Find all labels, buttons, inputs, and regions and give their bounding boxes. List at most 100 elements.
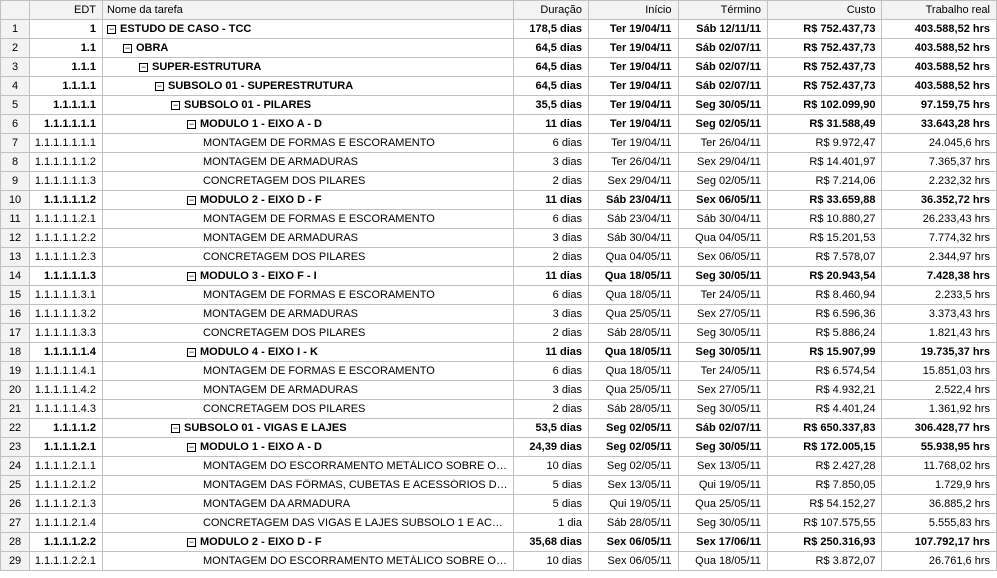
col-work-header[interactable]: Trabalho real	[882, 1, 997, 20]
collapse-icon[interactable]: −	[187, 196, 196, 205]
duration-cell[interactable]: 3 dias	[514, 229, 589, 248]
duration-cell[interactable]: 53,5 dias	[514, 419, 589, 438]
end-cell[interactable]: Sáb 02/07/11	[678, 419, 768, 438]
task-name-cell[interactable]: MONTAGEM DAS FÔRMAS, CUBETAS E ACESSÓRIO…	[102, 476, 513, 495]
edt-cell[interactable]: 1.1.1.1.1.2.1	[30, 210, 103, 229]
col-end-header[interactable]: Término	[678, 1, 768, 20]
task-name-cell[interactable]: −SUBSOLO 01 - PILARES	[102, 96, 513, 115]
edt-cell[interactable]: 1.1.1.1	[30, 77, 103, 96]
edt-cell[interactable]: 1.1.1.1.2.1.3	[30, 495, 103, 514]
work-cell[interactable]: 26.761,6 hrs	[882, 552, 997, 571]
end-cell[interactable]: Sáb 02/07/11	[678, 77, 768, 96]
cost-cell[interactable]: R$ 4.932,21	[768, 381, 882, 400]
edt-cell[interactable]: 1.1	[30, 39, 103, 58]
work-cell[interactable]: 3.373,43 hrs	[882, 305, 997, 324]
cost-cell[interactable]: R$ 20.943,54	[768, 267, 882, 286]
task-name-cell[interactable]: MONTAGEM DO ESCORRAMENTO METÁLICO SOBRE …	[102, 457, 513, 476]
cost-cell[interactable]: R$ 752.437,73	[768, 77, 882, 96]
work-cell[interactable]: 55.938,95 hrs	[882, 438, 997, 457]
duration-cell[interactable]: 11 dias	[514, 115, 589, 134]
start-cell[interactable]: Qua 18/05/11	[589, 343, 679, 362]
end-cell[interactable]: Seg 30/05/11	[678, 267, 768, 286]
task-row[interactable]: 61.1.1.1.1.1−MODULO 1 - EIXO A - D11 dia…	[1, 115, 997, 134]
task-name-cell[interactable]: −OBRA	[102, 39, 513, 58]
task-row[interactable]: 281.1.1.1.2.2−MODULO 2 - EIXO D - F35,68…	[1, 533, 997, 552]
row-number-cell[interactable]: 8	[1, 153, 30, 172]
end-cell[interactable]: Seg 30/05/11	[678, 438, 768, 457]
start-cell[interactable]: Sáb 28/05/11	[589, 400, 679, 419]
row-number-cell[interactable]: 19	[1, 362, 30, 381]
row-number-cell[interactable]: 6	[1, 115, 30, 134]
end-cell[interactable]: Sex 29/04/11	[678, 153, 768, 172]
row-number-cell[interactable]: 23	[1, 438, 30, 457]
cost-cell[interactable]: R$ 752.437,73	[768, 20, 882, 39]
task-row[interactable]: 211.1.1.1.1.4.3CONCRETAGEM DOS PILARES2 …	[1, 400, 997, 419]
task-row[interactable]: 111.1.1.1.1.2.1MONTAGEM DE FORMAS E ESCO…	[1, 210, 997, 229]
duration-cell[interactable]: 35,5 dias	[514, 96, 589, 115]
collapse-icon[interactable]: −	[171, 424, 180, 433]
col-edt-header[interactable]: EDT	[30, 1, 103, 20]
work-cell[interactable]: 2.344,97 hrs	[882, 248, 997, 267]
task-row[interactable]: 271.1.1.1.2.1.4CONCRETAGEM DAS VIGAS E L…	[1, 514, 997, 533]
duration-cell[interactable]: 2 dias	[514, 400, 589, 419]
cost-cell[interactable]: R$ 9.972,47	[768, 134, 882, 153]
work-cell[interactable]: 2.232,32 hrs	[882, 172, 997, 191]
work-cell[interactable]: 1.821,43 hrs	[882, 324, 997, 343]
row-number-cell[interactable]: 11	[1, 210, 30, 229]
task-name-cell[interactable]: CONCRETAGEM DOS PILARES	[102, 400, 513, 419]
task-name-cell[interactable]: −MODULO 4 - EIXO I - K	[102, 343, 513, 362]
duration-cell[interactable]: 11 dias	[514, 191, 589, 210]
row-number-cell[interactable]: 26	[1, 495, 30, 514]
task-row[interactable]: 141.1.1.1.1.3−MODULO 3 - EIXO F - I11 di…	[1, 267, 997, 286]
start-cell[interactable]: Ter 19/04/11	[589, 39, 679, 58]
task-row[interactable]: 151.1.1.1.1.3.1MONTAGEM DE FORMAS E ESCO…	[1, 286, 997, 305]
task-table[interactable]: EDT Nome da tarefa Duração Início Términ…	[0, 0, 997, 571]
start-cell[interactable]: Seg 02/05/11	[589, 438, 679, 457]
row-number-cell[interactable]: 20	[1, 381, 30, 400]
row-number-cell[interactable]: 13	[1, 248, 30, 267]
end-cell[interactable]: Ter 26/04/11	[678, 134, 768, 153]
edt-cell[interactable]: 1.1.1.1.2.2	[30, 533, 103, 552]
task-row[interactable]: 131.1.1.1.1.2.3CONCRETAGEM DOS PILARES2 …	[1, 248, 997, 267]
end-cell[interactable]: Sáb 30/04/11	[678, 210, 768, 229]
start-cell[interactable]: Ter 19/04/11	[589, 58, 679, 77]
duration-cell[interactable]: 5 dias	[514, 476, 589, 495]
work-cell[interactable]: 403.588,52 hrs	[882, 39, 997, 58]
row-number-cell[interactable]: 4	[1, 77, 30, 96]
start-cell[interactable]: Sáb 30/04/11	[589, 229, 679, 248]
task-name-cell[interactable]: −SUPER-ESTRUTURA	[102, 58, 513, 77]
edt-cell[interactable]: 1.1.1.1.1.1.3	[30, 172, 103, 191]
cost-cell[interactable]: R$ 33.659,88	[768, 191, 882, 210]
edt-cell[interactable]: 1.1.1.1.2.1.4	[30, 514, 103, 533]
task-row[interactable]: 81.1.1.1.1.1.2MONTAGEM DE ARMADURAS3 dia…	[1, 153, 997, 172]
task-row[interactable]: 221.1.1.1.2−SUBSOLO 01 - VIGAS E LAJES53…	[1, 419, 997, 438]
task-name-cell[interactable]: MONTAGEM DA ARMADURA	[102, 495, 513, 514]
edt-cell[interactable]: 1.1.1.1.1.4.1	[30, 362, 103, 381]
duration-cell[interactable]: 2 dias	[514, 248, 589, 267]
collapse-icon[interactable]: −	[187, 443, 196, 452]
task-name-cell[interactable]: −MODULO 1 - EIXO A - D	[102, 115, 513, 134]
cost-cell[interactable]: R$ 15.907,99	[768, 343, 882, 362]
row-number-cell[interactable]: 10	[1, 191, 30, 210]
duration-cell[interactable]: 35,68 dias	[514, 533, 589, 552]
start-cell[interactable]: Qua 18/05/11	[589, 362, 679, 381]
cost-cell[interactable]: R$ 7.214,06	[768, 172, 882, 191]
task-name-cell[interactable]: MONTAGEM DE ARMADURAS	[102, 153, 513, 172]
end-cell[interactable]: Sex 17/06/11	[678, 533, 768, 552]
end-cell[interactable]: Ter 24/05/11	[678, 286, 768, 305]
collapse-icon[interactable]: −	[187, 120, 196, 129]
cost-cell[interactable]: R$ 6.596,36	[768, 305, 882, 324]
cost-cell[interactable]: R$ 250.316,93	[768, 533, 882, 552]
work-cell[interactable]: 33.643,28 hrs	[882, 115, 997, 134]
cost-cell[interactable]: R$ 54.152,27	[768, 495, 882, 514]
work-cell[interactable]: 403.588,52 hrs	[882, 77, 997, 96]
task-name-cell[interactable]: −MODULO 1 - EIXO A - D	[102, 438, 513, 457]
cost-cell[interactable]: R$ 7.578,07	[768, 248, 882, 267]
end-cell[interactable]: Seg 02/05/11	[678, 115, 768, 134]
row-number-cell[interactable]: 16	[1, 305, 30, 324]
end-cell[interactable]: Qua 25/05/11	[678, 495, 768, 514]
end-cell[interactable]: Sex 27/05/11	[678, 381, 768, 400]
start-cell[interactable]: Sáb 23/04/11	[589, 191, 679, 210]
work-cell[interactable]: 7.365,37 hrs	[882, 153, 997, 172]
cost-cell[interactable]: R$ 752.437,73	[768, 39, 882, 58]
